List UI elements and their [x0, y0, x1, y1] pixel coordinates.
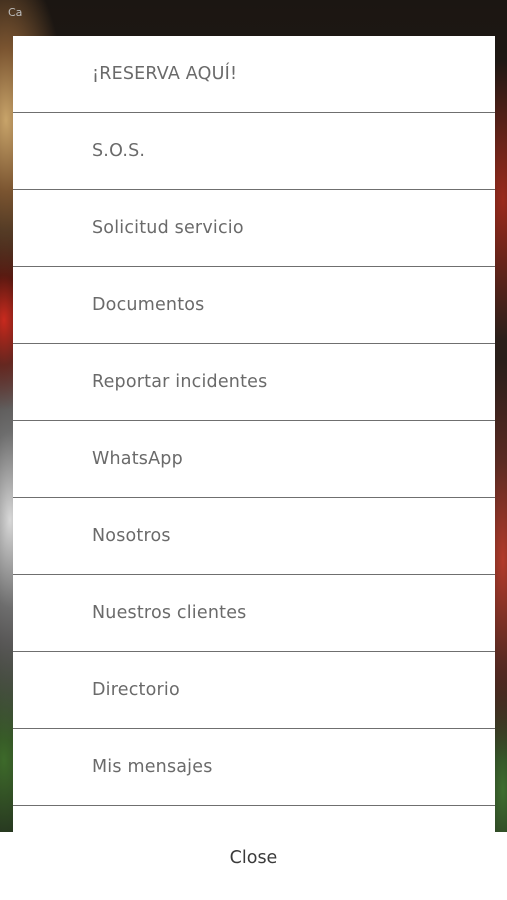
- menu-item-label: Reportar incidentes: [92, 372, 268, 392]
- menu-item-label: WhatsApp: [92, 449, 183, 469]
- status-bar-text: Ca: [8, 6, 23, 19]
- footer-bar: Close: [0, 832, 507, 900]
- menu-item-reportar-incidentes[interactable]: Reportar incidentes: [13, 344, 495, 421]
- menu-item-label: Solicitud servicio: [92, 218, 244, 238]
- menu-item-sos[interactable]: S.O.S.: [13, 113, 495, 190]
- close-button[interactable]: Close: [0, 832, 507, 884]
- menu-item-label: S.O.S.: [92, 141, 146, 161]
- menu-item-mis-mensajes[interactable]: Mis mensajes: [13, 729, 495, 806]
- menu-item-whatsapp[interactable]: WhatsApp: [13, 421, 495, 498]
- menu-item-nosotros[interactable]: Nosotros: [13, 498, 495, 575]
- menu-item-label: Mis mensajes: [92, 757, 213, 777]
- menu-item-label: Documentos: [92, 295, 205, 315]
- menu-item-directorio[interactable]: Directorio: [13, 652, 495, 729]
- menu-item-label: Directorio: [92, 680, 180, 700]
- menu-item-label: Nosotros: [92, 526, 171, 546]
- menu-item-partial[interactable]: [13, 806, 495, 832]
- menu-item-label: Nuestros clientes: [92, 603, 247, 623]
- menu-item-label: ¡RESERVA AQUÍ!: [92, 64, 238, 84]
- menu-item-documentos[interactable]: Documentos: [13, 267, 495, 344]
- menu-list[interactable]: ¡RESERVA AQUÍ! S.O.S. Solicitud servicio…: [13, 36, 495, 832]
- menu-item-solicitud-servicio[interactable]: Solicitud servicio: [13, 190, 495, 267]
- menu-item-nuestros-clientes[interactable]: Nuestros clientes: [13, 575, 495, 652]
- menu-item-reserva[interactable]: ¡RESERVA AQUÍ!: [13, 36, 495, 113]
